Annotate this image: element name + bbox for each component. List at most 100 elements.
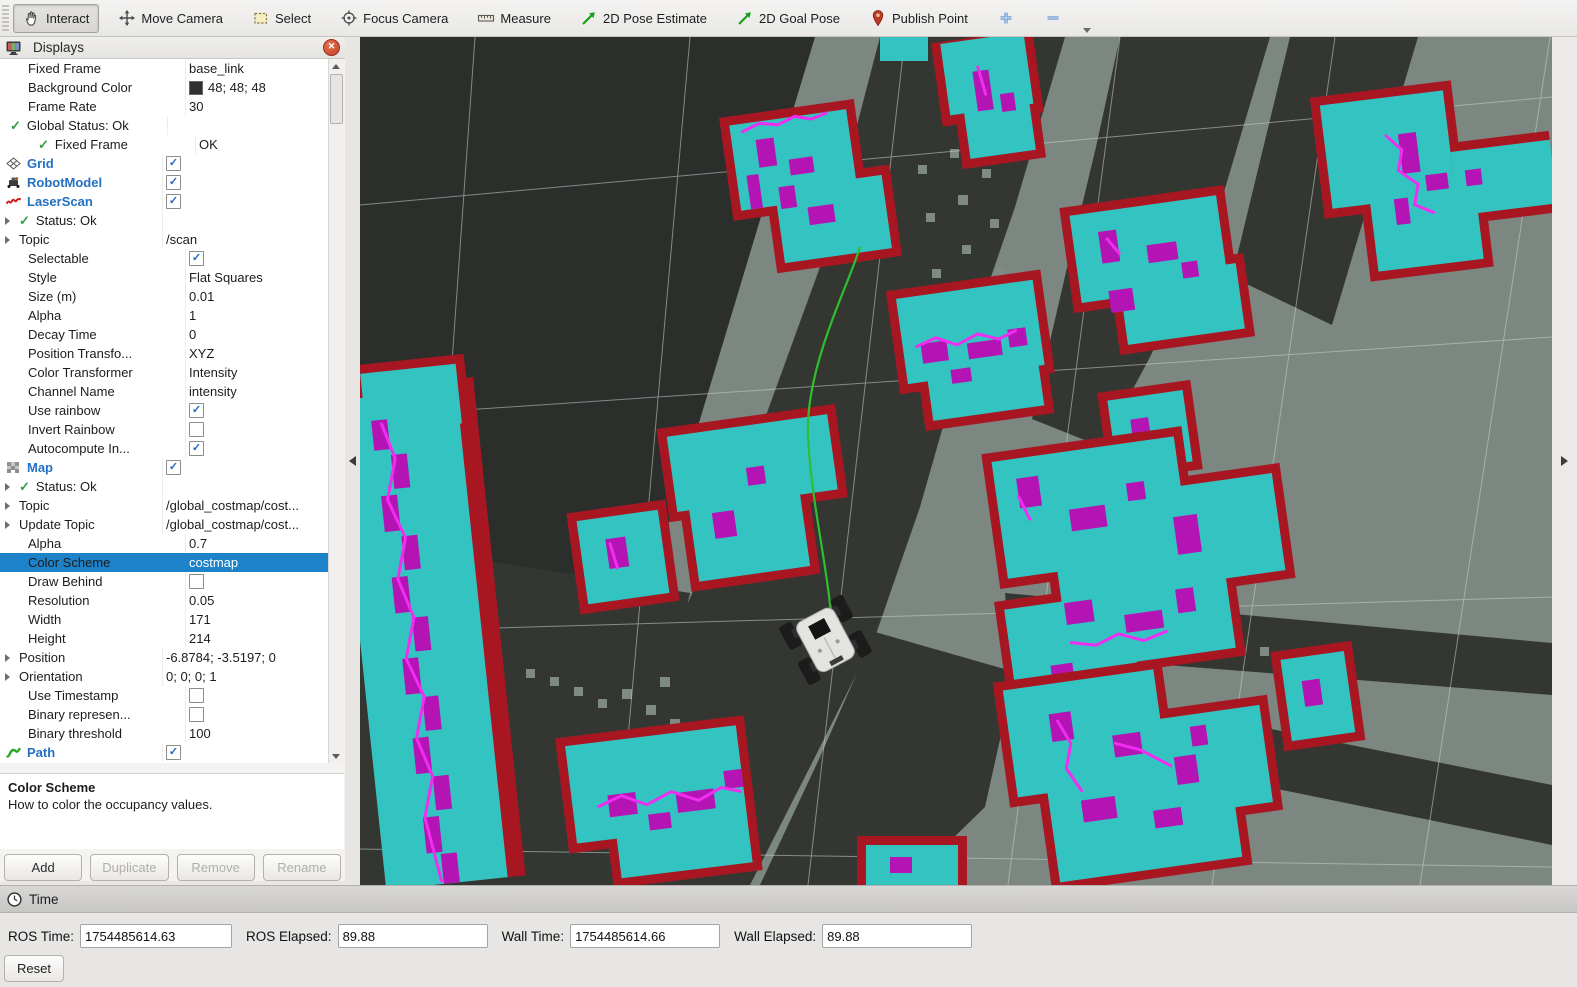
tree-row-binary-represen[interactable]: Binary represen...	[0, 705, 329, 724]
tool-2d-pose-estimate[interactable]: 2D Pose Estimate	[570, 4, 717, 33]
tree-row-position[interactable]: Position-6.8784; -3.5197; 0	[0, 648, 329, 667]
tool-[interactable]	[1034, 4, 1072, 33]
collapse-left-icon[interactable]	[349, 456, 356, 466]
expander-icon[interactable]	[5, 236, 10, 244]
row-label: Color Transformer	[28, 363, 133, 382]
tree-row-draw-behind[interactable]: Draw Behind	[0, 572, 329, 591]
tree-row-topic[interactable]: Topic/scan	[0, 230, 329, 249]
tree-row-path[interactable]: Path ✓	[0, 743, 329, 762]
tool-2d-goal-pose[interactable]: 2D Goal Pose	[726, 4, 850, 33]
checkbox-laserscan[interactable]: ✓	[166, 194, 181, 209]
tree-row-binary-threshold[interactable]: Binary threshold100	[0, 724, 329, 743]
checkbox-use-timestamp[interactable]	[189, 688, 204, 703]
tree-row-use-timestamp[interactable]: Use Timestamp	[0, 686, 329, 705]
checkbox-autocompute-in[interactable]: ✓	[189, 441, 204, 456]
expander-icon[interactable]	[5, 502, 10, 510]
checkbox-binary-represen[interactable]	[189, 707, 204, 722]
checkbox-path[interactable]: ✓	[166, 745, 181, 760]
tree-row-position-transfo[interactable]: Position Transfo...XYZ	[0, 344, 329, 363]
tree-row-status-ok[interactable]: ✓Status: Ok	[0, 477, 329, 496]
toolbar-drag-handle[interactable]	[2, 5, 9, 31]
tree-row-color-scheme[interactable]: Color Schemecostmap	[0, 553, 329, 572]
checkbox-use-rainbow[interactable]: ✓	[189, 403, 204, 418]
tool-publish-point[interactable]: Publish Point	[859, 4, 978, 33]
row-label: Frame Rate	[28, 97, 97, 116]
tree-row-color-transformer[interactable]: Color Transformer Intensity	[0, 363, 329, 382]
tree-row-channel-name[interactable]: Channel Nameintensity	[0, 382, 329, 401]
checkbox-grid[interactable]: ✓	[166, 156, 181, 171]
3d-viewport[interactable]	[360, 37, 1552, 885]
tree-row-resolution[interactable]: Resolution0.05	[0, 591, 329, 610]
tree-row-size-m[interactable]: Size (m)0.01	[0, 287, 329, 306]
tree-row-robotmodel[interactable]: RobotModel ✓	[0, 173, 329, 192]
tree-row-map[interactable]: Map✓	[0, 458, 329, 477]
tree-row-grid[interactable]: Grid✓	[0, 154, 329, 173]
tree-row-update-topic[interactable]: Update Topic/global_costmap/cost...	[0, 515, 329, 534]
tree-row-topic[interactable]: Topic/global_costmap/cost...	[0, 496, 329, 515]
add-button[interactable]: Add	[4, 854, 82, 881]
tree-row-status-ok[interactable]: ✓Status: Ok	[0, 211, 329, 230]
ros-elapsed-input[interactable]	[338, 924, 488, 948]
tree-row-global-status-ok[interactable]: ✓Global Status: Ok	[0, 116, 329, 135]
wall-elapsed-input[interactable]	[822, 924, 972, 948]
laser-icon	[5, 195, 21, 209]
tool-select[interactable]: Select	[242, 4, 321, 33]
scroll-up-icon[interactable]	[329, 59, 343, 73]
expander-icon[interactable]	[5, 673, 10, 681]
right-splitter[interactable]	[1552, 37, 1577, 885]
move-camera-icon	[118, 9, 136, 27]
ros-time-input[interactable]	[80, 924, 232, 948]
tree-row-fixed-frame[interactable]: ✓Fixed FrameOK	[0, 135, 329, 154]
expander-icon[interactable]	[5, 521, 10, 529]
row-label: Path	[27, 743, 55, 762]
tool-move-camera[interactable]: Move Camera	[108, 4, 233, 33]
scroll-down-icon[interactable]	[329, 749, 343, 763]
row-label: Binary represen...	[28, 705, 131, 724]
wall-time-input[interactable]	[570, 924, 720, 948]
tree-row-frame-rate[interactable]: Frame Rate30	[0, 97, 329, 116]
row-value: Intensity	[189, 363, 237, 382]
tree-row-width[interactable]: Width171	[0, 610, 329, 629]
tree-row-laserscan[interactable]: LaserScan✓	[0, 192, 329, 211]
checkbox-selectable[interactable]: ✓	[189, 251, 204, 266]
close-icon[interactable]: ✕	[323, 39, 340, 56]
tree-row-alpha[interactable]: Alpha0.7	[0, 534, 329, 553]
tool-focus-camera[interactable]: Focus Camera	[330, 4, 458, 33]
rviz-window: Interact Move Camera Select Focus Camera Mea…	[0, 0, 1577, 987]
tool-label: Measure	[500, 11, 551, 26]
expander-icon[interactable]	[5, 654, 10, 662]
tool-interact[interactable]: Interact	[13, 4, 99, 33]
left-splitter[interactable]	[345, 37, 360, 885]
toolbar-overflow-arrow[interactable]	[1083, 28, 1091, 33]
tree-scrollbar[interactable]	[328, 59, 344, 763]
tree-row-orientation[interactable]: Orientation0; 0; 0; 1	[0, 667, 329, 686]
row-label: Status: Ok	[36, 477, 97, 496]
expander-icon[interactable]	[5, 483, 10, 491]
row-label: Topic	[19, 230, 49, 249]
time-fields: ROS Time:ROS Elapsed:Wall Time:Wall Elap…	[0, 923, 986, 949]
tree-row-height[interactable]: Height214	[0, 629, 329, 648]
checkbox-map[interactable]: ✓	[166, 460, 181, 475]
expand-right-icon[interactable]	[1561, 456, 1568, 466]
row-label: Fixed Frame	[55, 135, 128, 154]
checkbox-invert-rainbow[interactable]	[189, 422, 204, 437]
checkbox-draw-behind[interactable]	[189, 574, 204, 589]
tree-row-invert-rainbow[interactable]: Invert Rainbow	[0, 420, 329, 439]
tree-row-autocompute-in[interactable]: Autocompute In...✓	[0, 439, 329, 458]
tool-[interactable]	[987, 4, 1025, 33]
checkbox-robotmodel[interactable]: ✓	[166, 175, 181, 190]
tree-row-use-rainbow[interactable]: Use rainbow✓	[0, 401, 329, 420]
tree-row-alpha[interactable]: Alpha1	[0, 306, 329, 325]
tree-row-decay-time[interactable]: Decay Time0	[0, 325, 329, 344]
expander-icon[interactable]	[5, 217, 10, 225]
reset-button[interactable]: Reset	[4, 955, 64, 982]
row-value: 0.05	[189, 591, 214, 610]
color-swatch[interactable]	[189, 81, 203, 95]
tree-row-background-color[interactable]: Background Color48; 48; 48	[0, 78, 329, 97]
tree-row-fixed-frame[interactable]: Fixed Framebase_link	[0, 59, 329, 78]
scrollbar-thumb[interactable]	[330, 74, 343, 124]
tree-row-style[interactable]: StyleFlat Squares	[0, 268, 329, 287]
row-label: RobotModel	[27, 173, 102, 192]
tool-measure[interactable]: Measure	[467, 4, 561, 33]
tree-row-selectable[interactable]: Selectable✓	[0, 249, 329, 268]
